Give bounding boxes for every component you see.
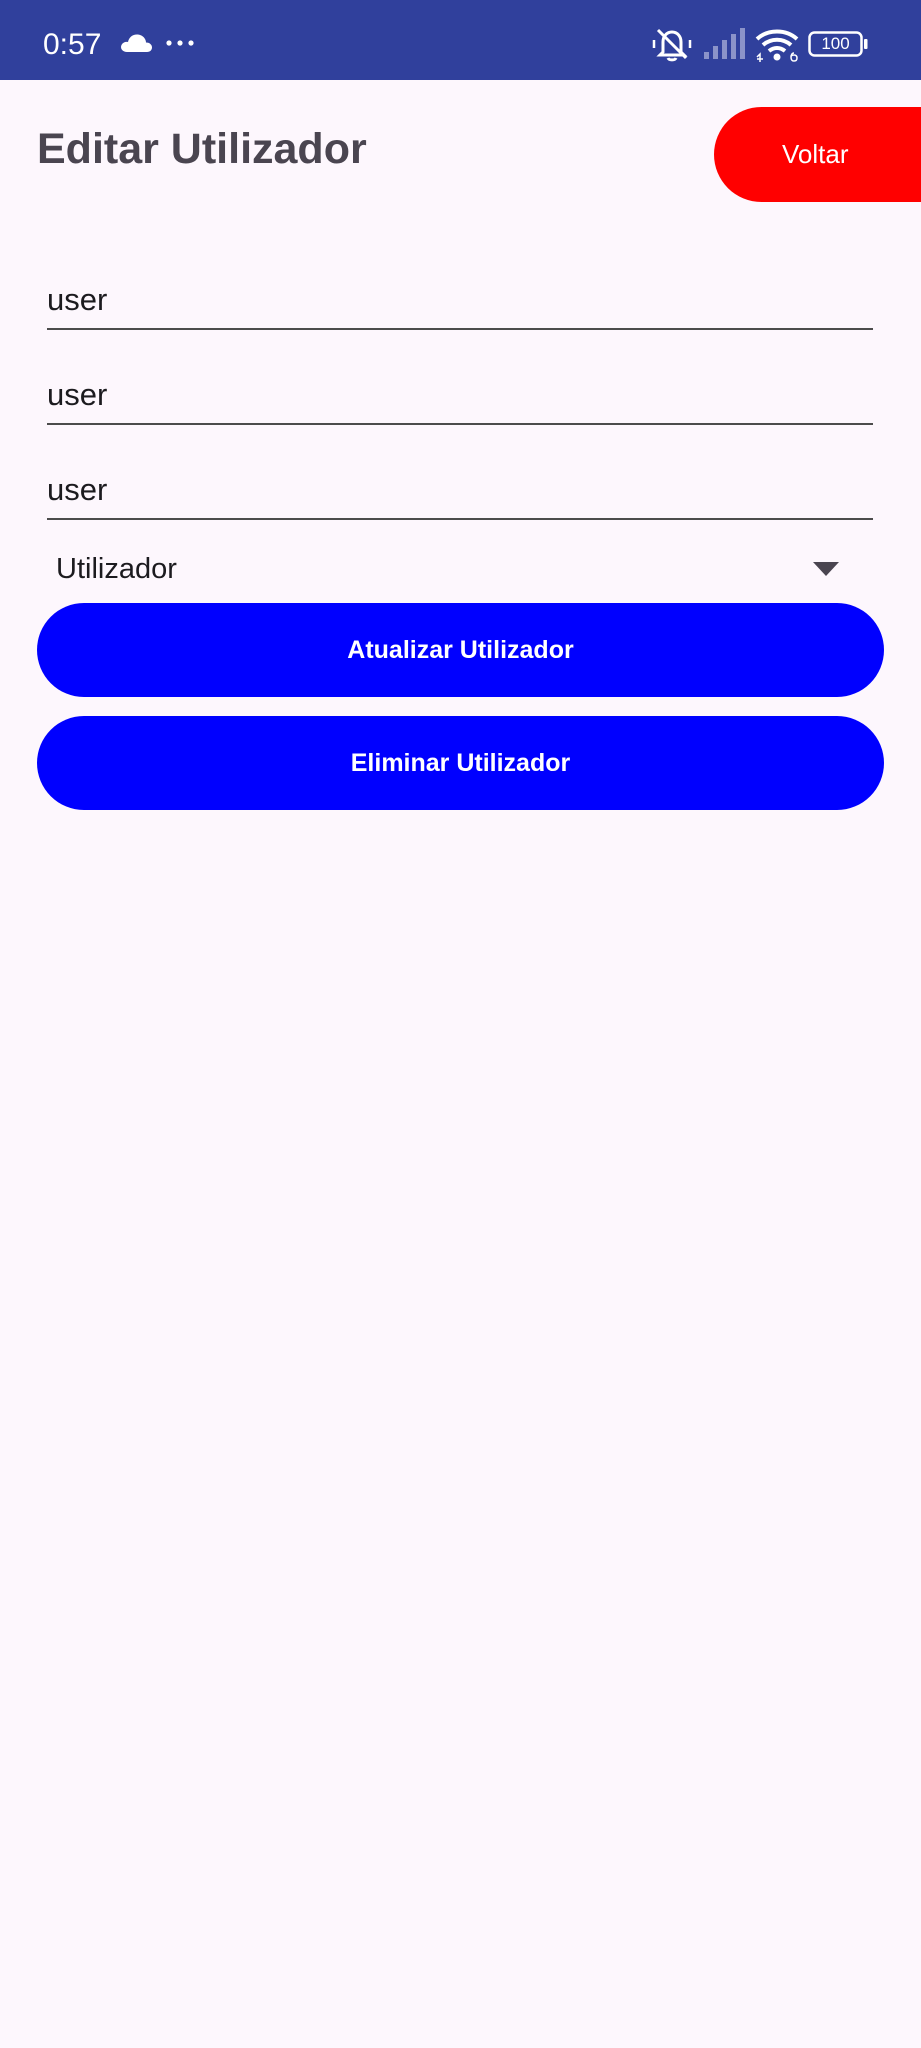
wifi-icon [755, 29, 799, 62]
back-button-label: Voltar [782, 139, 849, 169]
bell-muted-icon [652, 28, 692, 62]
username-input[interactable] [47, 272, 873, 328]
status-time: 0:57 [43, 28, 102, 61]
delete-user-button[interactable]: Eliminar Utilizador [37, 716, 884, 810]
cloud-icon [121, 34, 152, 52]
more-dots-icon [166, 40, 194, 46]
email-input[interactable] [47, 367, 873, 423]
dropdown-arrow-icon [813, 562, 839, 576]
update-user-button[interactable]: Atualizar Utilizador [37, 603, 884, 697]
signal-icon [704, 28, 745, 59]
status-bar: 0:57 100 [0, 0, 921, 80]
password-input[interactable] [47, 462, 873, 518]
battery-level: 100 [821, 34, 850, 53]
back-button[interactable]: Voltar [714, 107, 921, 202]
page-title: Editar Utilizador [37, 125, 367, 173]
username-field[interactable] [47, 272, 873, 330]
password-field[interactable] [47, 462, 873, 520]
role-dropdown-value: Utilizador [56, 553, 177, 585]
role-dropdown[interactable]: Utilizador [37, 540, 857, 596]
email-field[interactable] [47, 367, 873, 425]
